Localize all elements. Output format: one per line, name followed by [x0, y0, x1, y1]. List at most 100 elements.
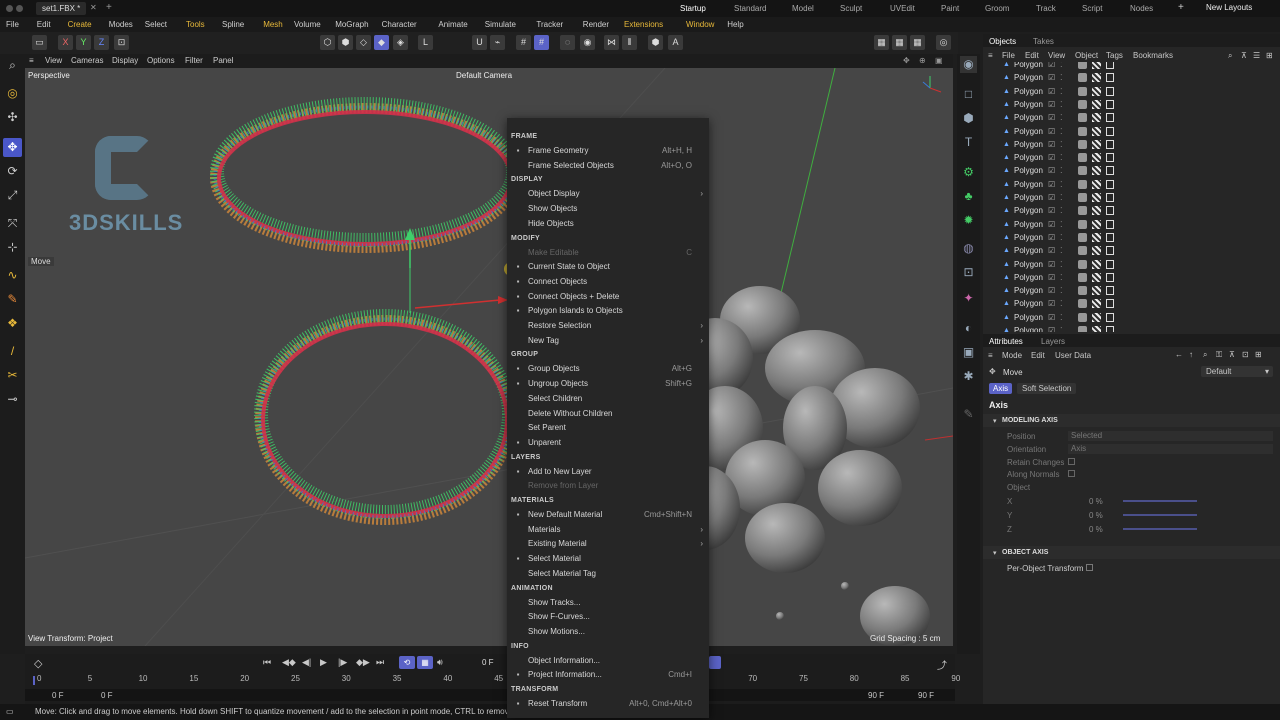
render-dot-icon[interactable]: ⁚ — [1060, 271, 1063, 284]
material-tag-icon[interactable] — [1078, 206, 1087, 216]
previous-frame-icon[interactable]: ◀| — [302, 657, 311, 668]
visibility-check-icon[interactable]: ☑ — [1048, 311, 1055, 324]
context-item-ungroup-objects[interactable]: ▪ Ungroup Objects Shift+G — [507, 377, 709, 391]
viewport-zoom-icon[interactable]: ⊕ — [919, 56, 926, 66]
uvw-tag-icon[interactable] — [1092, 113, 1101, 123]
context-item-project-information[interactable]: ▪ Project Information... Cmd+I — [507, 668, 709, 682]
objects-menu-tags[interactable]: Tags — [1106, 51, 1123, 60]
uvw-tag-icon[interactable] — [1092, 272, 1101, 282]
layout-tab-uvedit[interactable]: UVEdit — [890, 3, 915, 14]
next-frame-icon[interactable]: |▶ — [338, 657, 347, 668]
objects-menu-file[interactable]: File — [1002, 51, 1015, 60]
x-slider[interactable] — [1123, 500, 1197, 502]
selection-tag-icon[interactable] — [1106, 246, 1114, 256]
context-item-object-display[interactable]: Object Display › — [507, 187, 709, 201]
material-tag-icon[interactable] — [1078, 179, 1087, 189]
spline-pen-icon[interactable]: ∿ — [3, 266, 22, 285]
visibility-check-icon[interactable]: ☑ — [1048, 98, 1055, 111]
camera-label[interactable]: Default Camera — [456, 71, 512, 80]
visibility-check-icon[interactable]: ☑ — [1048, 138, 1055, 151]
layout-tab-nodes[interactable]: Nodes — [1130, 3, 1153, 14]
deformer-icon[interactable]: ✹ — [960, 212, 977, 229]
snap-icon[interactable]: U — [472, 35, 487, 50]
subtab-axis[interactable]: Axis — [989, 383, 1013, 394]
playhead[interactable] — [33, 676, 35, 685]
viewport-solo-icon[interactable]: ◉ — [580, 35, 595, 50]
visibility-check-icon[interactable]: ☑ — [1048, 125, 1055, 138]
material-tag-icon[interactable] — [1078, 272, 1087, 282]
layout-tab-paint[interactable]: Paint — [941, 3, 959, 14]
layout-tab-sculpt[interactable]: Sculpt — [840, 3, 862, 14]
context-item-show-motions[interactable]: Show Motions... — [507, 625, 709, 639]
uvw-tag-icon[interactable] — [1092, 286, 1101, 296]
uvw-tag-icon[interactable] — [1092, 326, 1101, 332]
undo-icon[interactable]: ▭ — [32, 35, 47, 50]
x-value[interactable]: 0 % — [1089, 497, 1103, 506]
render-dot-icon[interactable]: ⁚ — [1060, 284, 1063, 297]
uvw-tag-icon[interactable] — [1092, 153, 1101, 163]
tab-attributes[interactable]: Attributes — [989, 337, 1023, 346]
object-row[interactable]: ▲ Polygon ☑ ⁚ — [983, 218, 1280, 231]
viewport-menu-display[interactable]: Display — [112, 56, 138, 66]
context-item-restore-selection[interactable]: Restore Selection › — [507, 319, 709, 333]
knife-tool-icon[interactable]: ✂ — [3, 366, 22, 385]
points-mode-icon[interactable]: ⬢ — [338, 35, 353, 50]
camera-icon[interactable]: ✦ — [960, 290, 977, 307]
axis-mode-icon[interactable]: L — [418, 35, 433, 50]
3d-viewport[interactable]: 3DSKILLS Perspective Default Camera Move… — [25, 68, 953, 646]
uvw-tag-icon[interactable] — [1092, 126, 1101, 136]
context-item-connect-objects-delete[interactable]: ▪ Connect Objects + Delete — [507, 290, 709, 304]
selection-tag-icon[interactable] — [1106, 299, 1114, 309]
generator-icon[interactable]: ⚙ — [960, 164, 977, 181]
viewport-menu-panel[interactable]: Panel — [213, 56, 233, 66]
visibility-check-icon[interactable]: ☑ — [1048, 244, 1055, 257]
object-row[interactable]: ▲ Polygon ☑ ⁚ — [983, 62, 1280, 71]
attr-menu-user-data[interactable]: User Data — [1055, 351, 1091, 360]
tab-takes[interactable]: Takes — [1033, 37, 1054, 46]
material-tag-icon[interactable] — [1078, 246, 1087, 256]
workplane-icon[interactable]: # — [534, 35, 549, 50]
window-minimize-icon[interactable] — [16, 5, 23, 12]
menu-edit[interactable]: Edit — [37, 20, 51, 30]
uvw-tag-icon[interactable] — [1092, 86, 1101, 96]
symmetry-icon[interactable]: ⋈ — [604, 35, 619, 50]
coordinate-system-icon[interactable]: ⊡ — [114, 35, 129, 50]
material-tag-icon[interactable] — [1078, 312, 1087, 322]
material-tag-icon[interactable] — [1078, 232, 1087, 242]
context-item-new-tag[interactable]: New Tag › — [507, 334, 709, 348]
visibility-check-icon[interactable]: ☑ — [1048, 178, 1055, 191]
visibility-check-icon[interactable]: ☑ — [1048, 297, 1055, 310]
light-icon[interactable]: ◐ — [960, 320, 977, 337]
along-normals-checkbox[interactable] — [1068, 470, 1075, 477]
context-item-polygon-islands-to-objects[interactable]: ▪ Polygon Islands to Objects — [507, 304, 709, 318]
previous-key-icon[interactable]: ◀◆ — [282, 657, 296, 668]
preview-end[interactable]: 90 F — [868, 691, 884, 700]
measure-tool-icon[interactable]: ⊸ — [3, 390, 22, 409]
loop-icon[interactable]: ⟲ — [399, 656, 415, 669]
range-start[interactable]: 0 F — [52, 691, 64, 700]
grid-icon[interactable]: # — [516, 35, 531, 50]
visibility-check-icon[interactable]: ☑ — [1048, 231, 1055, 244]
uv-mode-icon[interactable]: ◈ — [393, 35, 408, 50]
render-dot-icon[interactable]: ⁚ — [1060, 138, 1063, 151]
selection-tag-icon[interactable] — [1106, 286, 1114, 296]
objects-menu-edit[interactable]: Edit — [1025, 51, 1039, 60]
selection-tag-icon[interactable] — [1106, 206, 1114, 216]
viewport-pan-icon[interactable]: ✥ — [903, 56, 910, 66]
render-dot-icon[interactable]: ⁚ — [1060, 191, 1063, 204]
go-to-start-icon[interactable]: ⏮ — [263, 657, 271, 668]
subtab-soft-selection[interactable]: Soft Selection — [1017, 383, 1077, 394]
snap-settings-icon[interactable]: ⌁ — [490, 35, 505, 50]
go-to-end-icon[interactable]: ⏭ — [376, 657, 384, 668]
tab-layers[interactable]: Layers — [1041, 337, 1065, 346]
next-key-icon[interactable]: ◆▶ — [356, 657, 370, 668]
render-to-viewer-icon[interactable]: ▦ — [892, 35, 907, 50]
menu-select[interactable]: Select — [145, 20, 167, 30]
material-tag-icon[interactable] — [1078, 86, 1087, 96]
uvw-tag-icon[interactable] — [1092, 219, 1101, 229]
forward-arrow-icon[interactable]: ↑ — [1189, 350, 1193, 359]
uvw-tag-icon[interactable] — [1092, 312, 1101, 322]
context-item-object-information[interactable]: Object Information... — [507, 654, 709, 668]
viewport-menu-view[interactable]: View — [45, 56, 62, 66]
position-dropdown[interactable]: Selected — [1068, 431, 1273, 441]
